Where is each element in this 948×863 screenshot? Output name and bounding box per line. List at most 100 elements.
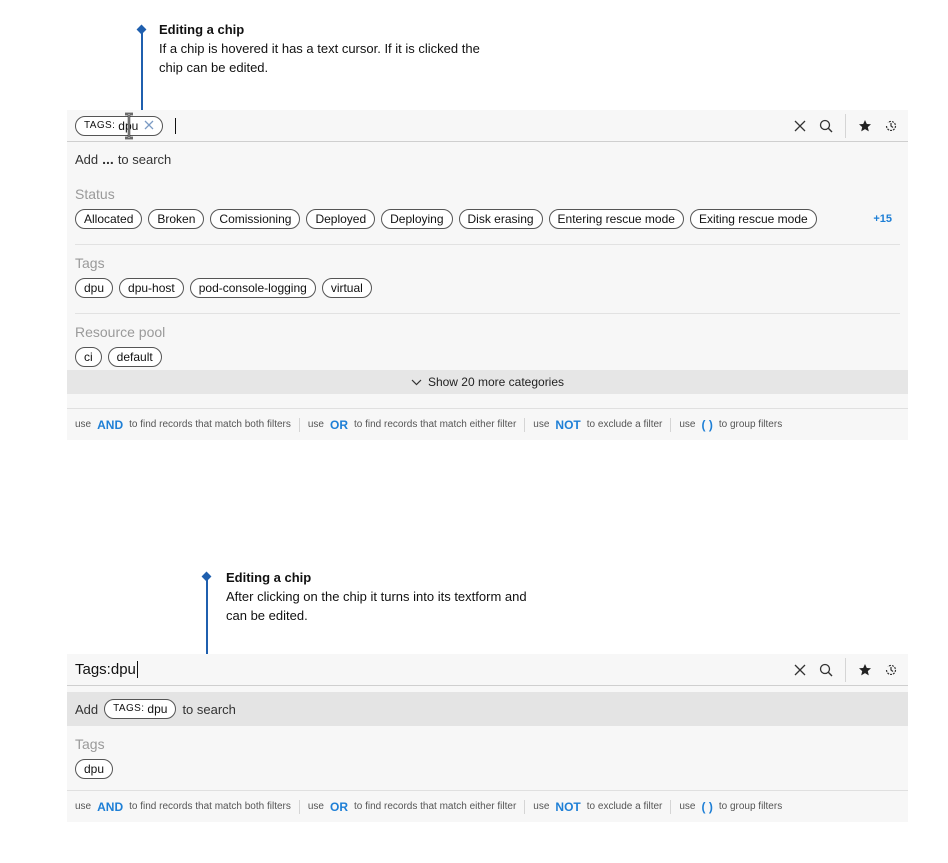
annotation-text: Editing a chip If a chip is hovered it h… [159,20,480,77]
help-text: to find records that match both filters [129,801,291,812]
divider [670,799,672,814]
annotation-line2: can be edited. [226,608,308,623]
search-help-bar: use AND to find records that match both … [67,408,908,440]
help-text: to find records that match either filter [354,801,517,812]
chip-allocated[interactable]: Allocated [75,209,143,229]
help-text: use [679,801,696,812]
divider [298,799,300,814]
chip-pod-console-logging[interactable]: pod-console-logging [189,278,316,298]
chip-lead: TAGS: [84,119,116,131]
chip-deployed[interactable]: Deployed [306,209,376,229]
annotation-text: Editing a chip After clicking on the chi… [226,568,527,625]
annotation-title: Editing a chip [159,22,245,37]
add-to-search-row[interactable]: Add TAGS: dpu to search [67,692,908,726]
help-keyword-not: NOT [555,799,581,814]
annotation-marker [201,571,212,582]
help-keyword-and: AND [97,799,124,814]
history-icon[interactable] [878,113,904,139]
help-text: use [533,419,550,430]
annotation-marker [136,24,147,35]
chip-disk-erasing[interactable]: Disk erasing [458,209,543,229]
help-text: use [307,419,324,430]
search-chip-tags[interactable]: TAGS: dpu [75,115,164,136]
chip-default[interactable]: default [107,347,162,367]
search-icon[interactable] [813,113,839,139]
star-icon[interactable] [852,113,878,139]
category-title: Tags [75,736,105,752]
category-title: Resource pool [75,324,166,340]
chip-list: dpu dpu-host pod-console-logging virtual [75,275,900,301]
close-icon[interactable] [787,113,813,139]
chip-lead: TAGS: [113,703,145,714]
help-text: to find records that match both filters [129,419,291,430]
search-panel-bottom: Tags:dpu Add TAGS: dpu to search Tags dp… [67,654,908,822]
divider [524,417,526,432]
search-actions [787,110,908,141]
category-resource-pool: Resource pool ci default [67,314,908,370]
help-keyword-and: AND [97,417,124,432]
help-text: use [679,419,696,430]
category-title: Tags [75,255,105,271]
help-keyword-group: ( ) [701,417,713,432]
close-icon[interactable] [787,657,813,683]
add-prefix: Add [75,701,99,717]
help-text: to exclude a filter [586,801,663,812]
help-text: use [307,801,324,812]
annotation-title: Editing a chip [226,570,312,585]
chip-virtual[interactable]: virtual [321,278,372,298]
chip-ci[interactable]: ci [75,347,102,367]
chip-comissioning[interactable]: Comissioning [210,209,301,229]
show-more-categories-button[interactable]: Show 20 more categories [67,370,908,394]
search-bar[interactable]: Tags:dpu [67,654,908,686]
add-suffix: to search [182,701,236,717]
category-status: Status Allocated Broken Comissioning Dep… [67,176,908,245]
chip-dpu-host[interactable]: dpu-host [119,278,184,298]
divider [670,417,672,432]
chip-dpu[interactable]: dpu [75,759,114,779]
history-icon[interactable] [878,657,904,683]
chip-list: Allocated Broken Comissioning Deployed D… [75,206,900,232]
help-keyword-not: NOT [555,417,581,432]
search-help-bar: use AND to find records that match both … [67,790,908,822]
help-keyword-or: OR [330,417,348,432]
chip-value: dpu [147,702,168,716]
category-tags: Tags dpu [67,726,908,782]
help-text: use [75,801,92,812]
add-to-search-row[interactable]: Add ... to search [67,142,908,176]
chip-list: ci default [75,344,900,370]
search-bar[interactable]: TAGS: dpu [67,110,908,142]
add-placeholder: ... [102,151,114,167]
help-text: to group filters [718,419,783,430]
help-text: use [533,801,550,812]
category-tags: Tags dpu dpu-host pod-console-logging vi… [67,245,908,314]
more-chips-link[interactable]: +15 [873,213,900,225]
chip-entering-rescue-mode[interactable]: Entering rescue mode [548,209,684,229]
search-panel-top: TAGS: dpu Add ... to search Status Alloc… [67,110,908,440]
chip-deploying[interactable]: Deploying [381,209,453,229]
search-icon[interactable] [813,657,839,683]
annotation-line2: chip can be edited. [159,60,269,75]
text-caret [136,661,138,678]
text-cursor-icon [123,112,135,145]
divider [298,417,300,432]
show-more-label: Show 20 more categories [427,375,565,389]
chip-dpu[interactable]: dpu [75,278,114,298]
help-text: to exclude a filter [586,419,663,430]
divider [845,113,846,138]
chip-exiting-rescue-mode[interactable]: Exiting rescue mode [689,209,817,229]
chip-remove-icon[interactable] [144,117,154,135]
chip-list: dpu [75,756,900,782]
add-chip-tags[interactable]: TAGS: dpu [104,699,177,719]
star-icon[interactable] [852,657,878,683]
divider [524,799,526,814]
help-text: use [75,419,92,430]
help-text: to group filters [718,801,783,812]
text-caret [175,117,177,134]
annotation-line1: If a chip is hovered it has a text curso… [159,41,480,56]
add-prefix: Add [75,151,99,167]
chevron-down-icon [411,375,422,389]
chip-broken[interactable]: Broken [148,209,205,229]
search-input-text[interactable]: Tags:dpu [75,661,136,678]
annotation-line1: After clicking on the chip it turns into… [226,589,527,604]
search-actions [787,654,908,685]
